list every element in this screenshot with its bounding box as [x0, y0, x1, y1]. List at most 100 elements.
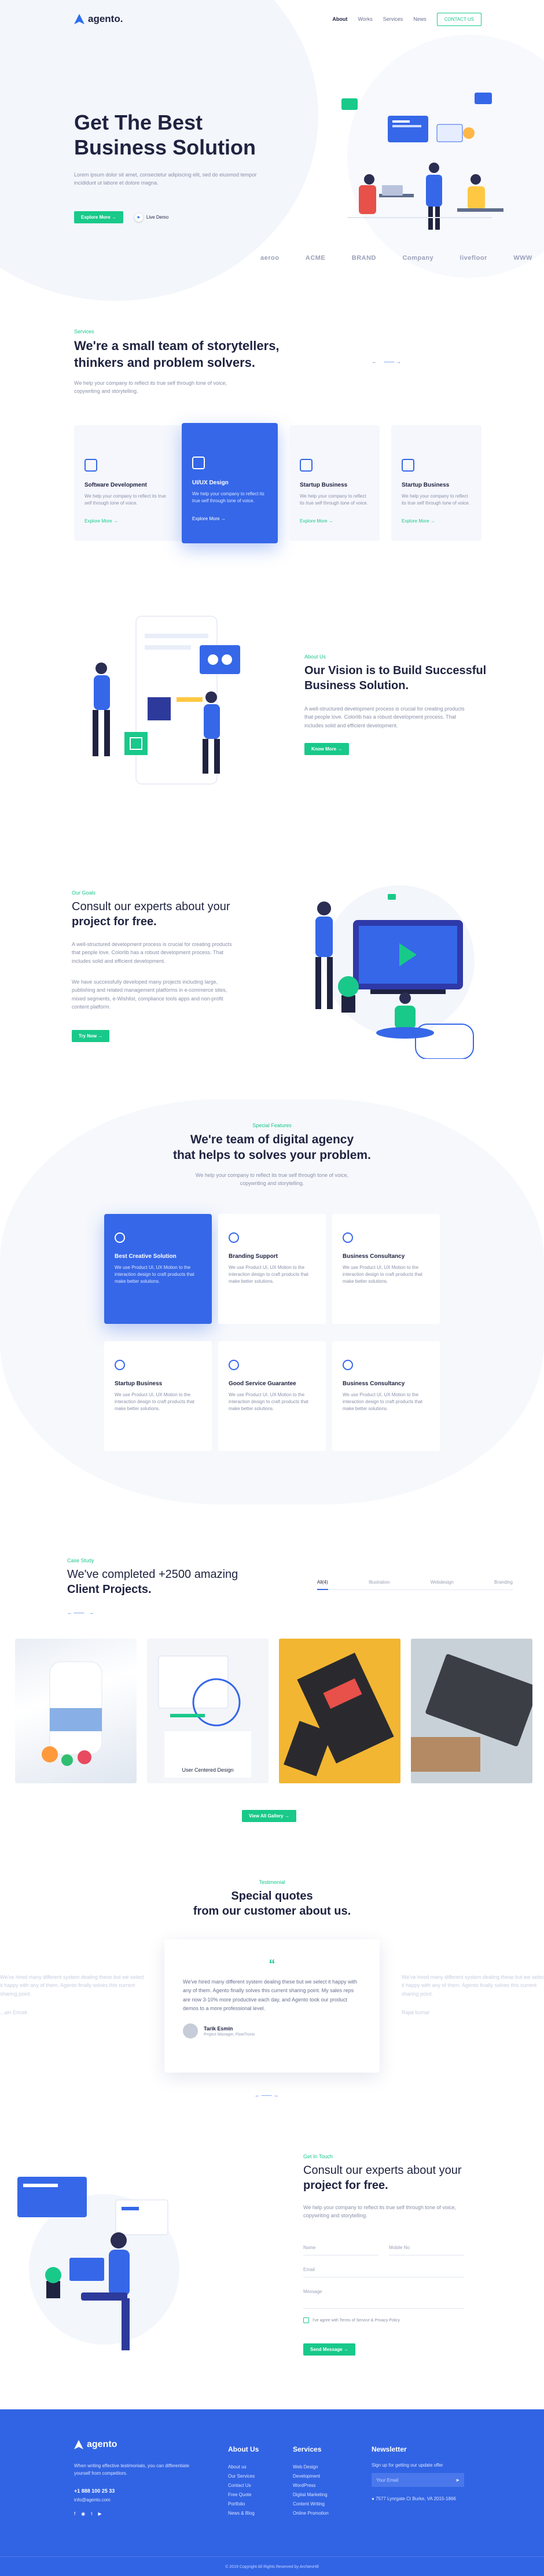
tab-branding[interactable]: Branding	[494, 1580, 513, 1585]
service-card-text: We help your company to reflect its true…	[192, 491, 264, 503]
expertise-title-line2: project for free.	[72, 915, 157, 928]
feature-card[interactable]: Business Consultancy We use Product UI, …	[332, 1214, 440, 1324]
contact-us-button[interactable]: CONTACT US	[436, 12, 481, 26]
hero-title-line1: Get The Best	[74, 111, 203, 134]
footer-col-about-title: About Us	[228, 2445, 259, 2453]
newsletter-input[interactable]: Your Email ➤	[372, 2473, 464, 2487]
works-slider-arrows[interactable]: ← —— →	[67, 1610, 94, 1615]
contact-title-line1: Consult our experts about your	[303, 2164, 462, 2177]
person-icon	[229, 1232, 239, 1243]
works-title-line2: Client Projects.	[67, 1583, 152, 1596]
view-all-gallery-button[interactable]: View All Gallery →	[242, 1810, 296, 1822]
footer-email[interactable]: info@agento.com	[74, 2497, 111, 2503]
nav-item-works[interactable]: Works	[358, 16, 372, 22]
message-field[interactable]: Message	[303, 2282, 464, 2309]
tab-all[interactable]: All(4)	[317, 1580, 328, 1590]
footer-col-about-links: About us Our Services Contact Us Free Qu…	[228, 2463, 255, 2518]
expertise-text-1: A well-structured development process is…	[72, 941, 232, 964]
feature-card[interactable]: Startup Business We use Product UI, UX M…	[104, 1341, 212, 1451]
expertise-illustration	[315, 885, 475, 1059]
youtube-icon[interactable]: ▶	[98, 2511, 101, 2516]
service-card-active[interactable]: UI/UX Design We help your company to ref…	[182, 423, 278, 543]
footer-link[interactable]: Our Services	[228, 2472, 255, 2481]
testimonial-title-line2: from our customer about us.	[193, 1905, 351, 1918]
email-field[interactable]: Email	[303, 2260, 464, 2277]
send-icon[interactable]: ➤	[455, 2478, 460, 2483]
works-title: We've completed +2500 amazing Client Pro…	[67, 1567, 310, 1597]
rocket-icon	[402, 459, 414, 472]
footer-link[interactable]: About us	[228, 2463, 255, 2472]
explore-more-label: Explore More	[81, 215, 111, 220]
project-caption: User Centered Design	[182, 1767, 234, 1773]
feature-title: Business Consultancy	[343, 1253, 405, 1260]
service-card-link[interactable]: Explore More →	[402, 518, 471, 524]
feature-card[interactable]: Good Service Guarantee We use Product UI…	[218, 1341, 326, 1451]
logo-icon	[74, 2440, 83, 2449]
footer-link[interactable]: Development	[293, 2472, 329, 2481]
footer-link[interactable]: Contact Us	[228, 2481, 255, 2490]
hero-subtitle: Lorem ipsum dolor sit amet, consectetur …	[74, 172, 257, 186]
brand-logo[interactable]: agento.	[74, 13, 123, 25]
nav-item-services[interactable]: Services	[383, 16, 403, 22]
author-role: Project Manager, FlowTronic	[204, 2032, 255, 2037]
send-message-button[interactable]: Send Message →	[303, 2343, 355, 2356]
live-demo-label: Live Demo	[146, 215, 169, 220]
service-card[interactable]: Startup Business We help your company to…	[289, 425, 380, 541]
features-grid: Best Creative Solution We use Product UI…	[104, 1214, 440, 1457]
explore-more-button[interactable]: Explore More →	[74, 211, 123, 223]
footer-link[interactable]: Online Promotion	[293, 2509, 329, 2518]
name-field[interactable]: Name	[303, 2238, 378, 2255]
service-card[interactable]: Software Development We help your compan…	[74, 425, 182, 541]
tab-illustration[interactable]: Illustration	[369, 1580, 389, 1585]
partner-logo: Company	[402, 255, 434, 262]
testimonial-slider-arrows[interactable]: ← —— →	[255, 2092, 278, 2098]
features-title-line2: that helps to solves your problem.	[173, 1149, 371, 1162]
project-image[interactable]	[411, 1639, 532, 1783]
nav-item-about[interactable]: About	[332, 16, 347, 22]
feature-card[interactable]: Branding Support We use Product UI, UX M…	[218, 1214, 326, 1324]
author-name: Tarik Esmin	[204, 2025, 233, 2032]
terms-checkbox[interactable]	[303, 2317, 309, 2323]
expertise-text-2: We have successfully developed many proj…	[72, 979, 227, 1010]
footer-link[interactable]: Content Writing	[293, 2500, 329, 2509]
hero-illustration	[341, 93, 503, 230]
instagram-icon[interactable]: ◉	[81, 2511, 85, 2516]
footer-logo[interactable]: agento	[74, 2439, 117, 2450]
project-image[interactable]	[279, 1639, 400, 1783]
project-image[interactable]: User Centered Design	[147, 1639, 269, 1783]
feature-card[interactable]: Business Consultancy We use Product UI, …	[332, 1341, 440, 1451]
service-card-link[interactable]: Explore More →	[84, 518, 171, 524]
footer-link[interactable]: News & Blog	[228, 2509, 255, 2518]
project-image[interactable]	[15, 1639, 137, 1783]
works-filter-tabs: All(4) Illustration Webdesign Branding	[317, 1580, 513, 1590]
footer-link[interactable]: Digital Marketing	[293, 2490, 329, 2500]
service-card-link[interactable]: Explore More →	[300, 518, 369, 524]
services-slider-arrows[interactable]: ← —— →	[372, 359, 401, 365]
service-card[interactable]: Startup Business We help your company to…	[391, 425, 481, 541]
lightbulb-icon	[192, 457, 205, 469]
mobile-field[interactable]: Mobile No	[389, 2238, 464, 2255]
footer-phone[interactable]: +1 888 100 25 33	[74, 2488, 115, 2494]
nav-item-news[interactable]: News	[413, 16, 427, 22]
tab-webdesign[interactable]: Webdesign	[431, 1580, 454, 1585]
services-title-line1: We're a small team of storytellers,	[74, 338, 280, 353]
project-photo-design	[158, 1655, 251, 1778]
avatar	[183, 2023, 198, 2039]
footer-link[interactable]: WordPress	[293, 2481, 329, 2490]
feature-card-active[interactable]: Best Creative Solution We use Product UI…	[104, 1214, 212, 1324]
service-card-link[interactable]: Explore More →	[192, 516, 267, 521]
live-demo-link[interactable]: ▶ Live Demo	[134, 213, 169, 222]
facebook-icon[interactable]: f	[74, 2511, 75, 2516]
features-text: We help your company to reflect its true…	[196, 1172, 348, 1187]
footer-link[interactable]: Web Design	[293, 2463, 329, 2472]
footer: agento When writing effective testimonia…	[0, 2409, 544, 2576]
footer-link[interactable]: Portfolio	[228, 2500, 255, 2509]
location-icon: ●	[372, 2496, 374, 2501]
twitter-icon[interactable]: t	[91, 2511, 92, 2516]
try-now-button[interactable]: Try Now →	[72, 1030, 110, 1042]
terms-text: I've agree with Terms of Service & Priva…	[313, 2318, 400, 2323]
footer-link[interactable]: Free Quote	[228, 2490, 255, 2500]
partner-logo: livefloor	[460, 255, 487, 262]
service-card-text: We help your company to reflect its true…	[84, 494, 166, 506]
know-more-button[interactable]: Know More →	[304, 743, 350, 755]
